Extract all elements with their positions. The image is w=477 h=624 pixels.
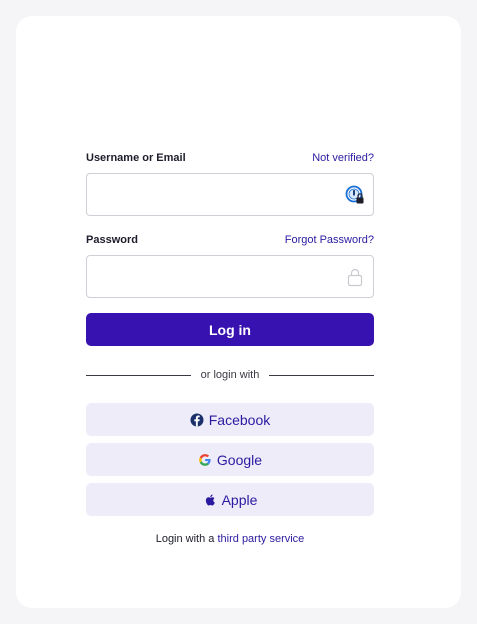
login-card: Username or Email Not verified? Password… — [16, 16, 461, 608]
login-form: Username or Email Not verified? Password… — [86, 151, 375, 545]
facebook-icon — [190, 413, 204, 426]
divider: or login with — [86, 367, 375, 383]
lock-icon — [347, 268, 363, 287]
password-field-wrapper — [86, 255, 374, 298]
divider-line-right — [269, 374, 375, 376]
facebook-label: Facebook — [208, 411, 271, 428]
password-input[interactable] — [87, 256, 373, 297]
third-party-service-link[interactable]: third party service — [217, 533, 304, 545]
facebook-login-button[interactable]: Facebook — [86, 403, 374, 436]
third-party-footer: Login with a third party service — [86, 533, 374, 545]
not-verified-link[interactable]: Not verified? — [312, 152, 374, 164]
divider-line-left — [86, 374, 191, 376]
forgot-password-link[interactable]: Forgot Password? — [285, 234, 374, 246]
google-icon — [199, 453, 211, 466]
username-field-wrapper — [86, 173, 374, 216]
password-label-row: Password Forgot Password? — [86, 233, 374, 247]
google-login-button[interactable]: Google — [86, 443, 374, 476]
footer-prefix: Login with a — [155, 533, 215, 545]
apple-login-button[interactable]: Apple — [86, 483, 374, 516]
password-label: Password — [86, 234, 138, 246]
apple-label: Apple — [221, 491, 258, 508]
apple-icon — [205, 494, 215, 506]
divider-text: or login with — [200, 369, 260, 381]
google-label: Google — [216, 451, 263, 468]
username-label: Username or Email — [86, 152, 186, 164]
username-input[interactable] — [87, 174, 373, 215]
username-label-row: Username or Email Not verified? — [86, 151, 374, 165]
password-manager-icon[interactable] — [345, 185, 365, 205]
login-button[interactable]: Log in — [86, 313, 374, 346]
